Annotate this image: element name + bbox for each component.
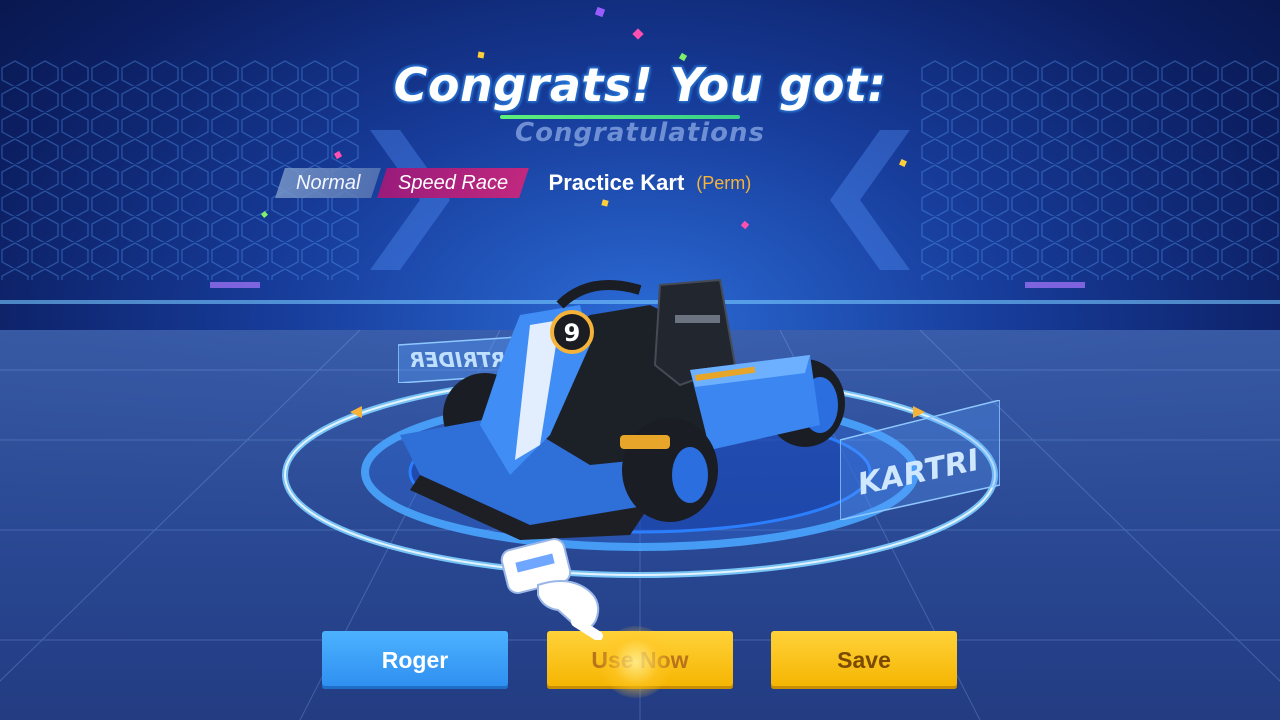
tag-normal-label: Normal — [296, 172, 361, 194]
tag-speed-race: Speed Race — [377, 168, 530, 198]
confetti — [477, 51, 485, 59]
reward-item-name: Practice Kart — [548, 170, 685, 195]
kartrider-logo-right: KARTRI — [840, 400, 1000, 520]
reward-info-row: Normal Speed Race Practice Kart (Perm) — [275, 166, 752, 200]
tag-normal: Normal — [275, 168, 382, 198]
kart-number: 9 — [564, 319, 581, 347]
tag-speed-race-label: Speed Race — [398, 172, 509, 194]
save-button[interactable]: Save — [771, 631, 957, 689]
page-title: Congrats! You got: — [393, 58, 887, 112]
page-subtitle: Congratulations — [514, 118, 765, 148]
practice-kart-image: 9 — [400, 278, 845, 540]
roger-button[interactable]: Roger — [322, 631, 508, 689]
pointing-hand-icon — [500, 538, 603, 640]
reward-duration: (Perm) — [696, 172, 752, 193]
reward-screen: KARTRIDER KARTRI 9 Congrats! You got: Co… — [0, 0, 1280, 720]
